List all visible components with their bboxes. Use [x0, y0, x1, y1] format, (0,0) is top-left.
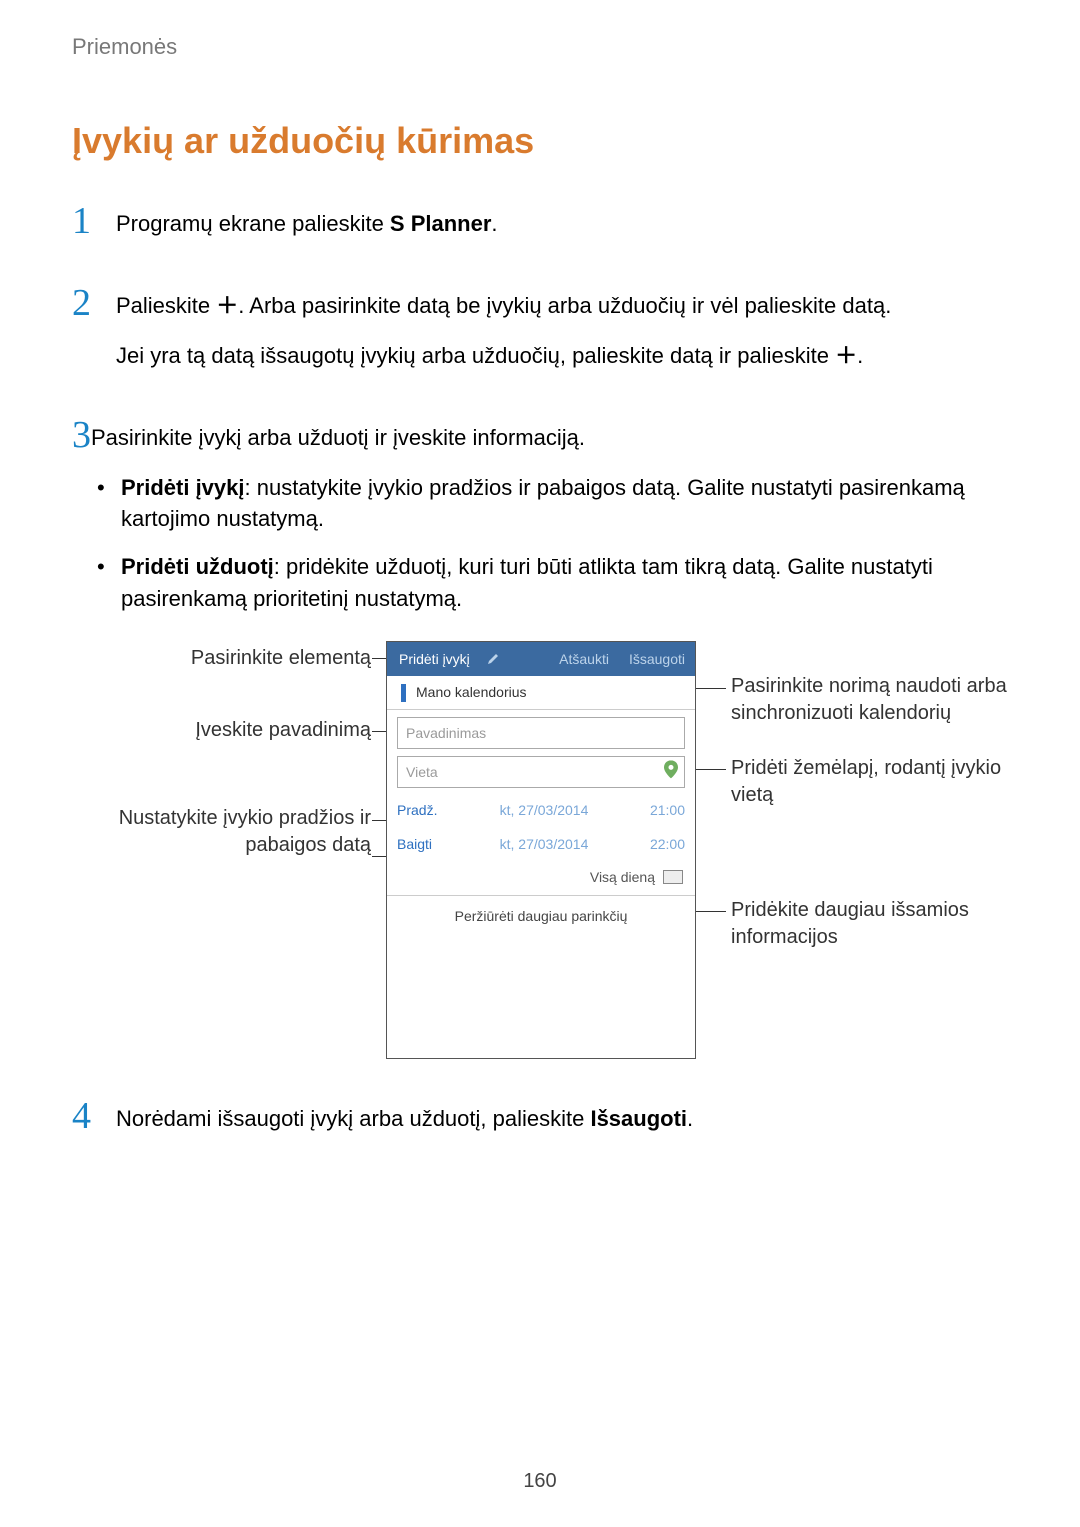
page-title: Įvykių ar užduočių kūrimas [72, 120, 1008, 162]
step-2-line1: Palieskite ＋. Arba pasirinkite datą be į… [116, 290, 1008, 322]
tab-bar: Pridėti įvykį Atšaukti Išsaugoti [387, 642, 695, 676]
step-2-line2-b: . [857, 343, 863, 368]
step-1-text-a: Programų ekrane palieskite [116, 211, 390, 236]
tab-cancel[interactable]: Atšaukti [549, 649, 619, 669]
calendar-row[interactable]: Mano kalendorius [387, 676, 695, 710]
plus-icon: ＋ [835, 340, 857, 372]
name-placeholder: Pavadinimas [406, 723, 486, 743]
callout-add-map: Pridėti žemėlapį, rodantį įvykio vietą [731, 755, 1031, 809]
pen-icon[interactable] [482, 642, 504, 676]
place-placeholder: Vieta [406, 762, 438, 782]
screenshot-diagram: Pasirinkite elementą Įveskite pavadinimą… [91, 641, 1021, 1071]
step-4-text-b: Išsaugoti [590, 1106, 687, 1131]
step-number: 3 [72, 416, 91, 454]
step-4-text-a: Norėdami išsaugoti įvykį arba užduotį, p… [116, 1106, 590, 1131]
page-number: 160 [0, 1470, 1080, 1493]
end-time-row[interactable]: Baigti kt, 27/03/2014 22:00 [397, 829, 685, 859]
callout-set-dates: Nustatykite įvykio pradžios ir pabaigos … [91, 805, 371, 859]
place-input[interactable]: Vieta [397, 756, 685, 788]
allday-toggle[interactable] [663, 870, 683, 884]
step-number: 4 [72, 1097, 116, 1135]
bullet-add-task-bold: Pridėti užduotį [121, 554, 274, 579]
callout-select-element: Pasirinkite elementą [91, 645, 371, 672]
name-input[interactable]: Pavadinimas [397, 717, 685, 749]
bullet-add-event-bold: Pridėti įvykį [121, 475, 245, 500]
callout-select-calendar: Pasirinkite norimą naudoti arba sinchron… [731, 673, 1031, 727]
bullet-add-event: Pridėti įvykį: nustatykite įvykio pradži… [121, 472, 1021, 536]
allday-row[interactable]: Visą dieną [387, 859, 695, 896]
callout-enter-name: Įveskite pavadinimą [91, 717, 371, 744]
more-options-row[interactable]: Peržiūrėti daugiau parinkčių [387, 896, 695, 936]
step-2-line1-a: Palieskite [116, 293, 216, 318]
start-time: 21:00 [633, 800, 685, 820]
bullet-add-task: Pridėti užduotį: pridėkite užduotį, kuri… [121, 551, 1021, 615]
phone-screenshot: Pridėti įvykį Atšaukti Išsaugoti Mano ka… [386, 641, 696, 1059]
step-2: 2 Palieskite ＋. Arba pasirinkite datą be… [72, 284, 1008, 390]
calendar-name: Mano kalendorius [416, 682, 527, 702]
start-date: kt, 27/03/2014 [455, 800, 633, 820]
tab-add-event[interactable]: Pridėti įvykį [387, 642, 482, 676]
step-1-text: Programų ekrane palieskite S Planner. [116, 208, 1008, 240]
end-date: kt, 27/03/2014 [455, 834, 633, 854]
step-2-line1-b: . Arba pasirinkite datą be įvykių arba u… [238, 293, 891, 318]
plus-icon: ＋ [216, 290, 238, 322]
step-4-text: Norėdami išsaugoti įvykį arba užduotį, p… [116, 1103, 1008, 1135]
start-label: Pradž. [397, 800, 455, 820]
step-number: 1 [72, 202, 116, 240]
step-1-text-c: . [491, 211, 497, 236]
callout-more-info: Pridėkite daugiau išsamios informacijos [731, 897, 1031, 951]
bullet-add-event-rest: : nustatykite įvykio pradžios ir pabaigo… [121, 475, 965, 532]
step-4-text-c: . [687, 1106, 693, 1131]
step-3-intro: Pasirinkite įvykį arba užduotį ir įveski… [91, 422, 1021, 454]
end-time: 22:00 [633, 834, 685, 854]
step-3: 3 Pasirinkite įvykį arba užduotį ir įves… [72, 416, 1008, 1071]
breadcrumb: Priemonės [72, 34, 1008, 60]
location-pin-icon[interactable] [664, 760, 678, 783]
tab-save[interactable]: Išsaugoti [619, 649, 695, 669]
allday-label: Visą dieną [590, 867, 655, 887]
step-1: 1 Programų ekrane palieskite S Planner. [72, 202, 1008, 258]
start-time-row[interactable]: Pradž. kt, 27/03/2014 21:00 [397, 795, 685, 825]
step-2-line2-a: Jei yra tą datą išsaugotų įvykių arba už… [116, 343, 835, 368]
calendar-color-mark [401, 684, 406, 702]
step-4: 4 Norėdami išsaugoti įvykį arba užduotį,… [72, 1097, 1008, 1153]
step-1-text-b: S Planner [390, 211, 491, 236]
step-number: 2 [72, 284, 116, 322]
end-label: Baigti [397, 834, 455, 854]
step-2-line2: Jei yra tą datą išsaugotų įvykių arba už… [116, 340, 1008, 372]
